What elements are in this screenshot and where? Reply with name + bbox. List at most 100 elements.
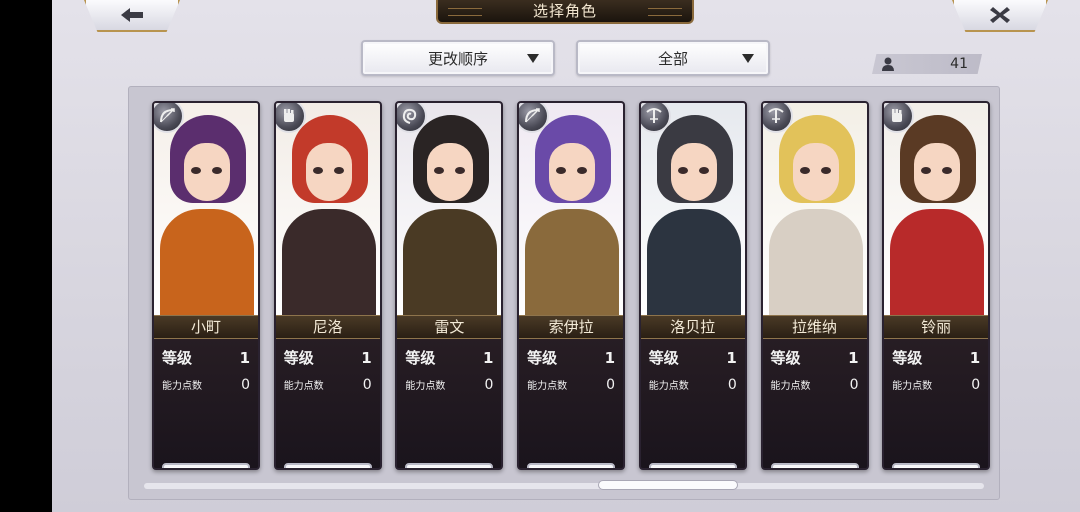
level-value: 1 xyxy=(239,349,250,367)
character-card-4[interactable]: 索伊拉 等级 1 能力点数 0 属性 xyxy=(517,101,626,470)
attribute-button-label: 属性 xyxy=(557,468,585,470)
character-card-5[interactable]: 洛贝拉 等级 1 能力点数 0 属性 xyxy=(638,101,747,470)
character-portrait xyxy=(640,103,745,315)
attribute-button[interactable]: 属性 xyxy=(283,463,372,470)
attribute-button-label: 属性 xyxy=(435,468,463,470)
level-row: 等级 1 xyxy=(771,347,859,368)
character-name: 尼洛 xyxy=(275,315,380,339)
level-value: 1 xyxy=(848,349,859,367)
level-label: 等级 xyxy=(283,349,314,367)
character-portrait xyxy=(397,103,502,315)
character-count: 41 xyxy=(872,54,982,74)
character-name: 拉维纳 xyxy=(762,315,867,339)
ability-points-value: 0 xyxy=(606,377,616,393)
character-card-7[interactable]: 铃丽 等级 1 能力点数 0 属性 xyxy=(882,101,991,470)
character-portrait xyxy=(884,103,989,315)
close-button[interactable] xyxy=(952,0,1048,32)
character-portrait xyxy=(762,103,867,315)
sort-order-label: 更改顺序 xyxy=(427,49,488,68)
character-stats: 等级 1 能力点数 0 属性 xyxy=(154,339,258,468)
arrow-left-icon xyxy=(121,8,143,22)
sort-order-dropdown[interactable]: 更改顺序 xyxy=(361,40,555,76)
level-row: 等级 1 xyxy=(892,347,980,368)
level-value: 1 xyxy=(726,349,737,367)
character-portrait xyxy=(519,103,624,315)
ability-points-row: 能力点数 0 xyxy=(527,377,615,393)
attribute-button[interactable]: 属性 xyxy=(770,463,859,470)
attribute-button[interactable]: 属性 xyxy=(892,463,981,470)
character-card-3[interactable]: 雷文 等级 1 能力点数 0 属性 xyxy=(395,101,504,470)
level-label: 等级 xyxy=(892,349,923,367)
attribute-button-label: 属性 xyxy=(922,468,950,470)
level-label: 等级 xyxy=(648,349,679,367)
attribute-button[interactable]: 属性 xyxy=(405,463,494,470)
attribute-button-label: 属性 xyxy=(679,468,707,470)
level-label: 等级 xyxy=(405,349,436,367)
level-row: 等级 1 xyxy=(162,347,250,368)
ability-points-row: 能力点数 0 xyxy=(892,377,980,393)
ability-points-row: 能力点数 0 xyxy=(162,377,250,393)
character-stats: 等级 1 能力点数 0 属性 xyxy=(397,339,502,470)
character-name: 洛贝拉 xyxy=(640,315,745,339)
level-row: 等级 1 xyxy=(405,347,493,368)
chevron-down-icon xyxy=(742,54,754,63)
character-stats: 等级 1 能力点数 0 属性 xyxy=(519,339,624,470)
scrollbar-track[interactable] xyxy=(144,483,984,489)
ability-points-row: 能力点数 0 xyxy=(771,377,859,393)
ability-points-value: 0 xyxy=(727,377,737,393)
attribute-button-label: 属性 xyxy=(314,468,342,470)
character-card-2[interactable]: 尼洛 等级 1 能力点数 0 属性 xyxy=(273,101,382,470)
character-count-value: 41 xyxy=(950,56,968,72)
ability-points-row: 能力点数 0 xyxy=(649,377,737,393)
ability-points-value: 0 xyxy=(362,377,372,393)
character-stats: 等级 1 能力点数 0 属性 xyxy=(762,339,867,470)
character-portrait xyxy=(275,103,380,315)
filter-label: 全部 xyxy=(657,49,688,68)
crossbow-icon xyxy=(762,103,793,133)
level-label: 等级 xyxy=(527,349,558,367)
close-x-icon xyxy=(990,7,1010,23)
level-value: 1 xyxy=(482,349,494,367)
character-stats: 等级 1 能力点数 0 属性 xyxy=(884,339,989,470)
character-stats: 等级 1 能力点数 0 属性 xyxy=(640,339,745,470)
attribute-button-label: 属性 xyxy=(801,468,829,470)
character-portrait xyxy=(154,103,258,315)
character-card-6[interactable]: 拉维纳 等级 1 能力点数 0 属性 xyxy=(760,101,869,470)
filter-dropdown[interactable]: 全部 xyxy=(576,40,770,76)
ability-points-value: 0 xyxy=(241,377,250,393)
attribute-button[interactable]: 属性 xyxy=(648,463,737,470)
scrollbar-thumb[interactable] xyxy=(598,480,738,490)
level-value: 1 xyxy=(969,349,981,367)
level-value: 1 xyxy=(361,349,372,367)
character-name: 雷文 xyxy=(397,315,502,339)
person-icon xyxy=(882,57,894,71)
chevron-down-icon xyxy=(527,54,539,63)
ability-points-label: 能力点数 xyxy=(770,381,811,392)
ability-points-label: 能力点数 xyxy=(162,381,202,392)
page-title: 选择角色 xyxy=(436,0,694,24)
character-name: 索伊拉 xyxy=(519,315,624,339)
character-select-screen: 选择角色 更改顺序 全部 41 小町 等级 1 能力点数 0 尼洛 等级 1 能… xyxy=(52,0,1080,512)
level-label: 等级 xyxy=(770,349,801,367)
ability-points-label: 能力点数 xyxy=(283,381,324,392)
level-row: 等级 1 xyxy=(527,347,615,368)
level-row: 等级 1 xyxy=(284,347,372,368)
level-row: 等级 1 xyxy=(649,347,737,368)
attribute-button-label: 属性 xyxy=(192,468,220,470)
character-stats: 等级 1 能力点数 0 属性 xyxy=(275,339,380,470)
ability-points-label: 能力点数 xyxy=(892,381,933,392)
character-card-1[interactable]: 小町 等级 1 能力点数 0 属性 xyxy=(152,101,260,470)
ability-points-row: 能力点数 0 xyxy=(284,377,372,393)
ability-points-row: 能力点数 0 xyxy=(405,377,493,393)
attribute-button[interactable]: 属性 xyxy=(527,463,616,470)
ability-points-label: 能力点数 xyxy=(405,381,446,392)
ability-points-value: 0 xyxy=(849,377,859,393)
attribute-button[interactable]: 属性 xyxy=(162,463,250,470)
ability-points-label: 能力点数 xyxy=(648,381,689,392)
level-value: 1 xyxy=(604,349,616,367)
ability-points-value: 0 xyxy=(484,377,494,393)
back-button[interactable] xyxy=(84,0,180,32)
ability-points-label: 能力点数 xyxy=(527,381,568,392)
level-label: 等级 xyxy=(162,349,193,367)
ability-points-value: 0 xyxy=(971,377,981,393)
